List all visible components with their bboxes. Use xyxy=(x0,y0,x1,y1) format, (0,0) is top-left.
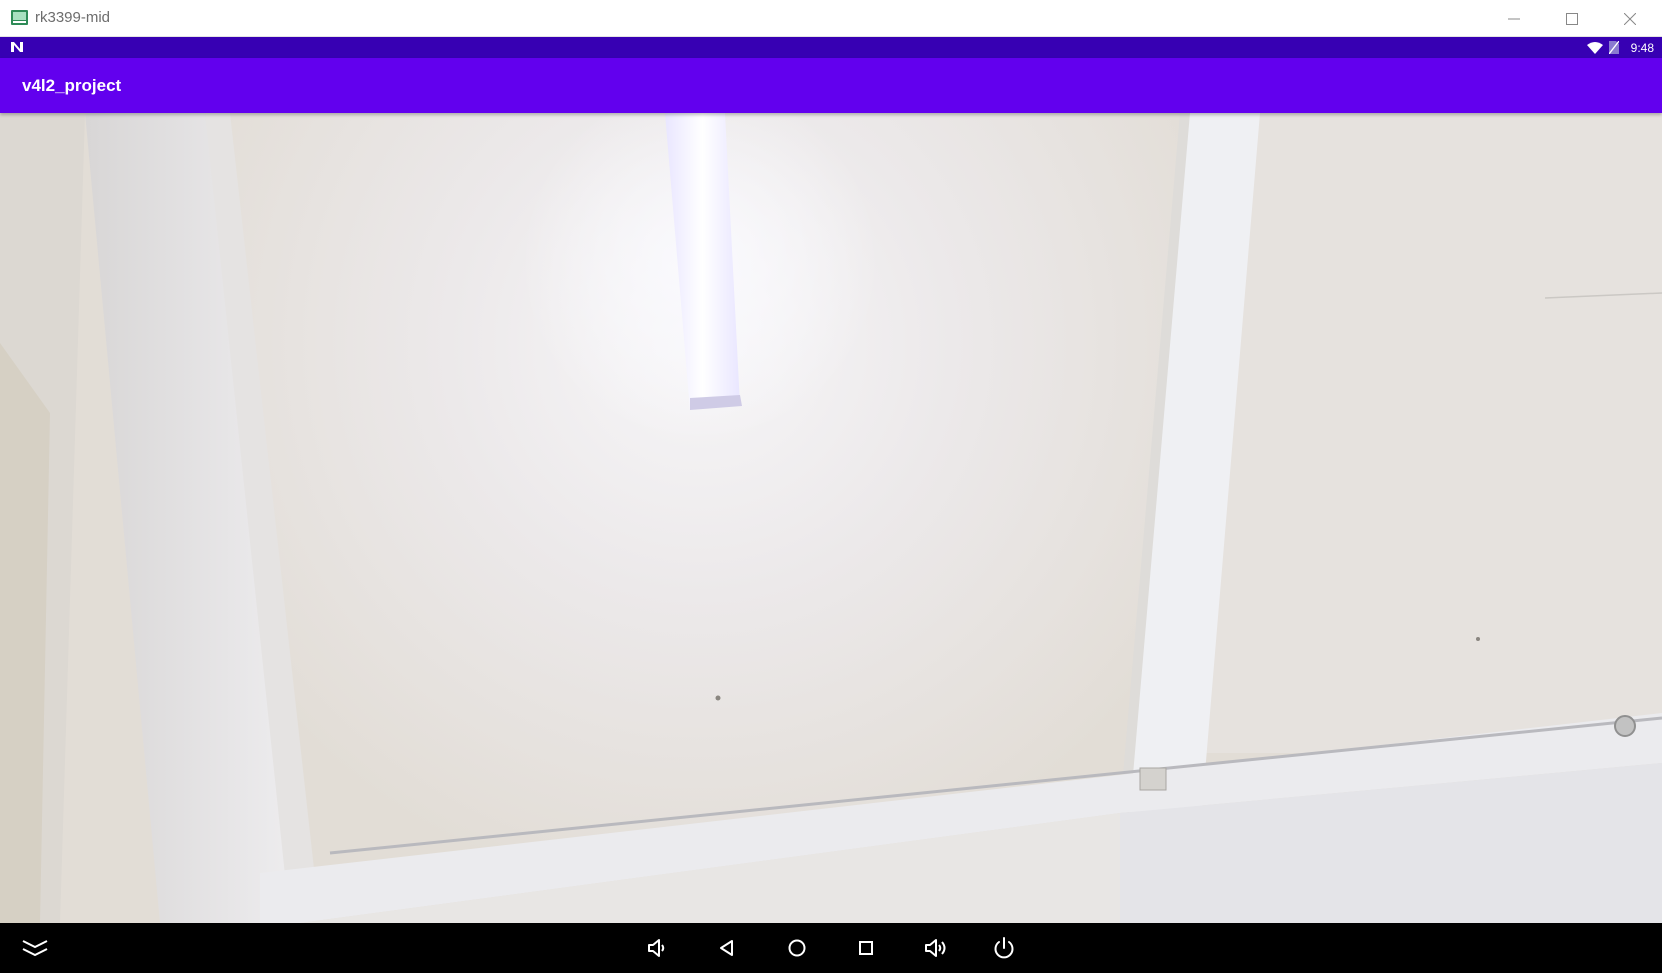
collapse-button[interactable] xyxy=(21,934,49,962)
recents-button[interactable] xyxy=(852,934,880,962)
power-button[interactable] xyxy=(990,934,1018,962)
volume-up-button[interactable] xyxy=(922,934,950,962)
app-icon xyxy=(11,10,28,25)
wifi-icon xyxy=(1586,41,1603,54)
no-sim-icon xyxy=(1608,41,1619,54)
volume-down-button[interactable] xyxy=(643,934,671,962)
recents-icon xyxy=(859,941,873,955)
maximize-button[interactable] xyxy=(1544,0,1600,37)
notification-n-icon xyxy=(11,42,23,52)
back-icon xyxy=(720,940,733,956)
navigation-bar xyxy=(0,923,1662,973)
power-icon xyxy=(994,937,1014,959)
close-button[interactable] xyxy=(1602,0,1658,37)
window-title: rk3399-mid xyxy=(35,9,111,26)
app-title: v4l2_project xyxy=(22,76,122,95)
status-bar: 9:48 xyxy=(0,37,1662,58)
minimize-icon xyxy=(1508,18,1520,19)
status-icons: 9:48 xyxy=(1586,37,1654,58)
volume-up-icon xyxy=(925,939,946,957)
home-icon xyxy=(788,939,806,957)
back-button[interactable] xyxy=(713,934,741,962)
status-clock: 9:48 xyxy=(1630,40,1654,55)
emulator-window: rk3399-mid 9:48 v4l2_project xyxy=(0,0,1662,973)
window-titlebar[interactable]: rk3399-mid xyxy=(0,0,1662,37)
collapse-icon xyxy=(22,940,48,957)
app-bar: v4l2_project xyxy=(0,58,1662,113)
volume-down-icon xyxy=(648,939,665,957)
home-button[interactable] xyxy=(783,934,811,962)
camera-frame xyxy=(0,113,1662,923)
maximize-icon xyxy=(1566,12,1578,25)
camera-preview[interactable] xyxy=(0,113,1662,923)
minimize-button[interactable] xyxy=(1486,0,1542,37)
close-icon xyxy=(1624,12,1636,25)
